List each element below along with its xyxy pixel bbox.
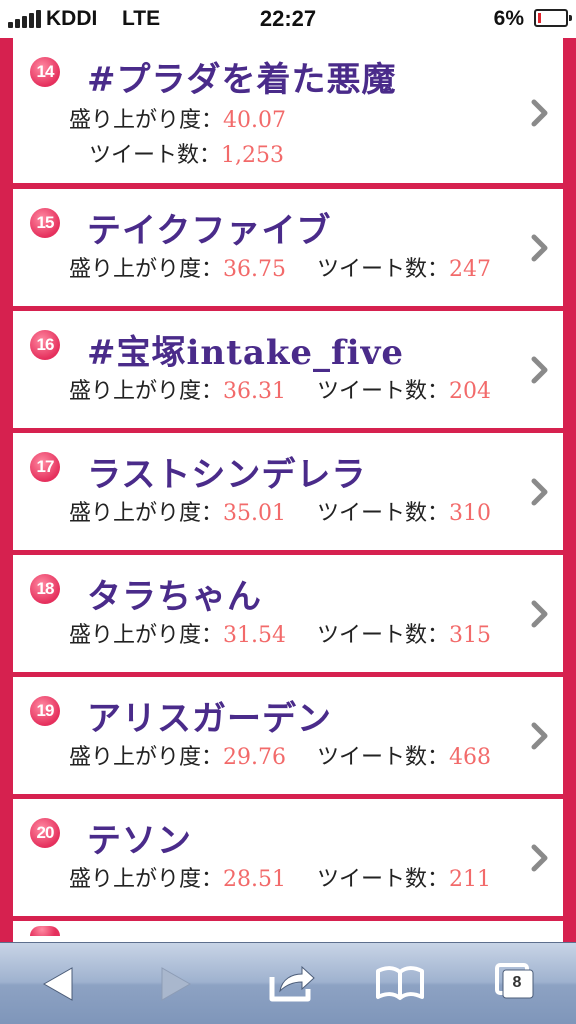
share-icon [269, 965, 315, 1002]
ranking-item[interactable]: 20 テソン 盛り上がり度：28.51 ツイート数：211 [13, 799, 563, 916]
rank-badge: 15 [30, 208, 60, 238]
back-arrow-icon [42, 967, 73, 1001]
excitement-label: 盛り上がり度： [69, 257, 224, 282]
back-button[interactable] [30, 957, 90, 1007]
excitement-value: 28.51 [223, 867, 286, 892]
tweet-count-value: 247 [449, 257, 492, 282]
tweet-count-stat: ツイート数：310 [317, 495, 491, 527]
status-time: 22:27 [259, 6, 317, 31]
tweet-count-value: 1,253 [221, 143, 284, 168]
rank-badge: 16 [30, 330, 60, 360]
status-bar: KDDI LTE 22:27 6% [0, 0, 576, 38]
share-button[interactable] [262, 957, 322, 1007]
forward-button[interactable] [144, 957, 204, 1007]
browser-toolbar: 8 [0, 942, 576, 1024]
excitement-stat: 盛り上がり度：36.75 [69, 251, 286, 283]
ranking-item[interactable]: 17 ラストシンデレラ 盛り上がり度：35.01 ツイート数：310 [13, 433, 563, 550]
tweet-count-label: ツイート数： [317, 379, 450, 404]
ranking-item[interactable]: 19 アリスガーデン 盛り上がり度：29.76 ツイート数：468 [13, 677, 563, 794]
ranking-item[interactable]: 15 テイクファイブ 盛り上がり度：36.75 ツイート数：247 [13, 189, 563, 306]
rank-badge [30, 926, 60, 936]
excitement-value: 36.75 [223, 257, 286, 282]
excitement-label: 盛り上がり度： [69, 745, 224, 770]
excitement-stat: 盛り上がり度：36.31 [69, 373, 286, 405]
chevron-right-icon [531, 844, 548, 872]
forward-arrow-icon [161, 967, 192, 1001]
excitement-label: 盛り上がり度： [69, 108, 224, 133]
excitement-value: 29.76 [223, 745, 286, 770]
excitement-value: 31.54 [223, 623, 286, 648]
tweet-count-stat: ツイート数：1,253 [89, 137, 284, 169]
ranking-list: 14 #プラダを着た悪魔 盛り上がり度：40.07 ツイート数：1,253 15… [13, 38, 563, 942]
rank-badge: 17 [30, 452, 60, 482]
item-title: タラちゃん [87, 577, 262, 617]
chevron-right-icon [531, 234, 548, 262]
tweet-count-stat: ツイート数：315 [317, 617, 491, 649]
tweet-count-value: 468 [449, 745, 492, 770]
tweet-count-stat: ツイート数：211 [317, 861, 491, 893]
tweet-count-label: ツイート数： [317, 867, 450, 892]
item-title: ラストシンデレラ [87, 455, 367, 495]
chevron-right-icon [531, 478, 548, 506]
tweet-count-label: ツイート数： [89, 143, 222, 168]
tweet-count-label: ツイート数： [317, 501, 450, 526]
excitement-label: 盛り上がり度： [69, 867, 224, 892]
excitement-label: 盛り上がり度： [69, 501, 224, 526]
item-title: テソン [87, 821, 192, 861]
battery-icon [534, 9, 572, 27]
excitement-stat: 盛り上がり度：31.54 [69, 617, 286, 649]
item-title: #宝塚intake_five [87, 333, 404, 373]
rank-badge: 19 [30, 696, 60, 726]
book-icon [376, 966, 424, 1000]
tabs-count: 8 [507, 973, 527, 993]
tweet-count-label: ツイート数： [317, 257, 450, 282]
ranking-item-partial[interactable] [13, 921, 563, 942]
tweet-count-stat: ツイート数：204 [317, 373, 491, 405]
excitement-label: 盛り上がり度： [69, 623, 224, 648]
excitement-value: 40.07 [223, 108, 286, 133]
tweet-count-value: 310 [449, 501, 492, 526]
tweet-count-value: 204 [449, 379, 492, 404]
item-title: テイクファイブ [87, 211, 332, 251]
ranking-item[interactable]: 16 #宝塚intake_five 盛り上がり度：36.31 ツイート数：204 [13, 311, 563, 428]
rank-badge: 18 [30, 574, 60, 604]
item-title: アリスガーデン [87, 699, 332, 739]
bookmarks-button[interactable] [370, 957, 430, 1007]
tweet-count-stat: ツイート数：468 [317, 739, 491, 771]
excitement-stat: 盛り上がり度：40.07 [69, 102, 286, 134]
excitement-value: 36.31 [223, 379, 286, 404]
tweet-count-stat: ツイート数：247 [317, 251, 491, 283]
rank-badge: 14 [30, 57, 60, 87]
tweet-count-label: ツイート数： [317, 745, 450, 770]
tweet-count-value: 211 [449, 867, 492, 892]
excitement-stat: 盛り上がり度：29.76 [69, 739, 286, 771]
ranking-item[interactable]: 14 #プラダを着た悪魔 盛り上がり度：40.07 ツイート数：1,253 [13, 38, 563, 183]
tabs-button[interactable]: 8 [488, 957, 548, 1007]
excitement-stat: 盛り上がり度：28.51 [69, 861, 286, 893]
excitement-value: 35.01 [223, 501, 286, 526]
chevron-right-icon [531, 99, 548, 127]
tweet-count-label: ツイート数： [317, 623, 450, 648]
battery-percent: 6% [493, 7, 524, 30]
rank-badge: 20 [30, 818, 60, 848]
chevron-right-icon [531, 722, 548, 750]
excitement-stat: 盛り上がり度：35.01 [69, 495, 286, 527]
item-title: #プラダを着た悪魔 [87, 60, 397, 100]
tweet-count-value: 315 [449, 623, 492, 648]
chevron-right-icon [531, 600, 548, 628]
chevron-right-icon [531, 356, 548, 384]
excitement-label: 盛り上がり度： [69, 379, 224, 404]
ranking-item[interactable]: 18 タラちゃん 盛り上がり度：31.54 ツイート数：315 [13, 555, 563, 672]
